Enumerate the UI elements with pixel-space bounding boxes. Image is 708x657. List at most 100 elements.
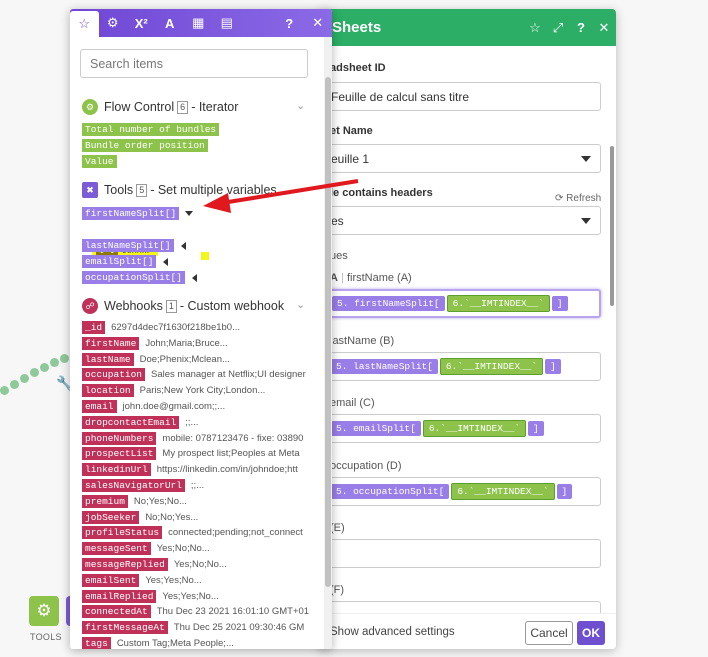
webhook-key[interactable]: phoneNumbers: [82, 431, 157, 445]
webhook-key[interactable]: firstMessageAt: [82, 621, 168, 635]
webhook-row[interactable]: premium No;Yes;No...: [82, 494, 187, 508]
search-input[interactable]: Search items: [80, 49, 308, 78]
webhook-row[interactable]: profileStatus connected;pending;not_conne…: [82, 526, 303, 540]
scrollbar-thumb[interactable]: [610, 146, 614, 306]
webhook-key[interactable]: occupation: [82, 368, 146, 382]
advanced-settings-toggle[interactable]: Show advanced settings: [330, 626, 455, 638]
token-close-bracket[interactable]: ]: [551, 296, 568, 311]
tab-favorites[interactable]: ☆: [70, 11, 99, 37]
webhook-row[interactable]: messageReplied Yes;No;No...: [82, 558, 227, 571]
webhook-key[interactable]: connectedAt: [82, 605, 151, 619]
webhook-row[interactable]: dropcontactEmail;;...: [82, 415, 198, 429]
list-item[interactable]: lastNameSplit[]: [82, 239, 186, 252]
token-close-bracket[interactable]: ]: [528, 421, 544, 436]
item-email-split[interactable]: emailSplit[]: [82, 255, 157, 268]
section-tools[interactable]: ✖ Tools 5 - Set multiple variables: [82, 182, 277, 198]
item-first-name-split[interactable]: firstNameSplit[]: [82, 207, 180, 220]
list-item[interactable]: Total number of bundles: [82, 123, 220, 136]
panel-scrollbar[interactable]: [324, 37, 332, 649]
chevron-down-icon[interactable]: ⌄: [296, 99, 305, 112]
tab-math[interactable]: X²: [127, 9, 156, 37]
webhook-key[interactable]: salesNavigatorUrl: [82, 479, 185, 492]
close-button[interactable]: ✕: [304, 9, 333, 37]
chevron-down-icon[interactable]: ⌄: [296, 182, 305, 195]
scrollbar-thumb[interactable]: [325, 77, 331, 587]
webhook-key[interactable]: tags: [82, 637, 111, 649]
webhook-row[interactable]: occupation Sales manager at Netflix;UI de…: [82, 368, 306, 382]
webhook-key[interactable]: emailSent: [82, 573, 140, 587]
sheet-name-select[interactable]: euille 1: [326, 144, 601, 173]
token-last-name-split[interactable]: 5. lastNameSplit[: [331, 359, 438, 374]
webhook-key[interactable]: _id: [82, 321, 106, 334]
tab-general[interactable]: ⚙: [99, 9, 128, 37]
webhook-row[interactable]: salesNavigatorUrl;;...: [82, 479, 204, 492]
webhook-row[interactable]: location Paris;New York City;London...: [82, 384, 265, 398]
webhook-key[interactable]: email: [82, 400, 117, 413]
expand-icon[interactable]: ⤢: [547, 20, 569, 36]
webhook-key[interactable]: profileStatus: [82, 526, 163, 540]
occupation-field[interactable]: 5. occupationSplit[ 6.`__IMTINDEX__` ]: [326, 477, 601, 506]
ok-button[interactable]: OK: [577, 621, 605, 645]
webhook-row[interactable]: firstMessageAt Thu Dec 25 2021 09:30:46 G…: [82, 621, 304, 635]
webhook-row[interactable]: firstName John;Maria;Bruce...: [82, 336, 228, 350]
first-name-field[interactable]: 5. firstNameSplit[ 6.`__IMTINDEX__` ]: [326, 289, 601, 318]
star-icon[interactable]: ☆: [524, 20, 546, 36]
tab-array[interactable]: ▤: [213, 9, 242, 37]
cancel-button[interactable]: Cancel: [525, 621, 573, 645]
caret-left-icon[interactable]: [163, 257, 169, 266]
token-close-bracket[interactable]: ]: [545, 359, 561, 374]
item-occupation-split[interactable]: occupationSplit[]: [82, 271, 185, 284]
list-item[interactable]: Bundle order position: [82, 139, 208, 152]
webhook-key[interactable]: emailReplied: [82, 589, 157, 603]
webhook-key[interactable]: location: [82, 384, 134, 398]
token-imtindex[interactable]: 6.`__IMTINDEX__`: [446, 295, 550, 312]
spreadsheet-id-field[interactable]: Feuille de calcul sans titre: [326, 82, 601, 111]
webhook-row[interactable]: _id 6297d4dec7f1630f218be1b0...: [82, 321, 240, 334]
item-value[interactable]: Value: [82, 155, 117, 168]
chevron-down-icon[interactable]: ⌄: [296, 298, 305, 311]
webhook-key[interactable]: prospectList: [82, 447, 157, 461]
help-button[interactable]: ?: [275, 9, 304, 37]
caret-left-icon[interactable]: [180, 241, 186, 250]
dialog-scrollbar[interactable]: [608, 46, 616, 649]
webhook-row[interactable]: messageSent Yes;No;No...: [82, 542, 210, 556]
webhook-row[interactable]: jobSeeker No;No;Yes...: [82, 510, 198, 524]
email-field[interactable]: 5. emailSplit[ 6.`__IMTINDEX__` ]: [326, 414, 601, 443]
section-flow-control[interactable]: ⚙ Flow Control 6 - Iterator: [82, 99, 238, 115]
webhook-key[interactable]: jobSeeker: [82, 510, 140, 524]
token-imtindex[interactable]: 6.`__IMTINDEX__`: [422, 420, 527, 437]
webhook-row[interactable]: prospectList My prospect list;Peoples at …: [82, 447, 300, 461]
tab-text[interactable]: A: [156, 9, 185, 37]
webhook-key[interactable]: messageReplied: [82, 558, 168, 571]
token-imtindex[interactable]: 6.`__IMTINDEX__`: [439, 358, 544, 375]
item-total-bundles[interactable]: Total number of bundles: [82, 123, 220, 136]
webhook-key[interactable]: dropcontactEmail: [82, 415, 180, 429]
tab-date[interactable]: ▦: [184, 9, 213, 37]
token-occupation-split[interactable]: 5. occupationSplit[: [331, 484, 450, 499]
webhook-key[interactable]: firstName: [82, 336, 140, 350]
refresh-link[interactable]: ⟳ Refresh: [555, 193, 601, 204]
token-imtindex[interactable]: 6.`__IMTINDEX__`: [451, 483, 555, 500]
webhook-row[interactable]: lastName Doe;Phenix;Mclean...: [82, 352, 230, 366]
tools-button[interactable]: ⚙: [29, 596, 59, 626]
close-icon[interactable]: ✕: [593, 20, 615, 36]
column-e-field[interactable]: [326, 539, 601, 568]
list-item[interactable]: Value: [82, 155, 117, 168]
webhook-row[interactable]: connectedAt Thu Dec 23 2021 16:01:10 GMT+…: [82, 605, 309, 619]
webhook-row[interactable]: email john.doe@gmail.com;;...: [82, 400, 225, 413]
list-item[interactable]: occupationSplit[]: [82, 271, 197, 284]
webhook-row[interactable]: tags Custom Tag;Meta People;...: [82, 637, 234, 649]
webhook-key[interactable]: linkedinUrl: [82, 463, 151, 477]
section-webhooks[interactable]: ☍ Webhooks 1 - Custom webhook: [82, 298, 284, 314]
caret-down-icon[interactable]: [185, 211, 194, 216]
last-name-field[interactable]: 5. lastNameSplit[ 6.`__IMTINDEX__` ]: [326, 352, 601, 381]
item-last-name-split[interactable]: lastNameSplit[]: [82, 239, 174, 252]
token-first-name-split[interactable]: 5. firstNameSplit[: [332, 296, 445, 311]
list-item[interactable]: emailSplit[]: [82, 255, 169, 268]
help-icon[interactable]: ?: [570, 20, 592, 35]
item-bundle-position[interactable]: Bundle order position: [82, 139, 208, 152]
webhook-key[interactable]: premium: [82, 494, 128, 508]
webhook-row[interactable]: linkedinUrl https://linkedin.com/in/johnd…: [82, 463, 298, 477]
webhook-key[interactable]: lastName: [82, 352, 134, 366]
webhook-row[interactable]: emailReplied Yes;Yes;No...: [82, 589, 219, 603]
